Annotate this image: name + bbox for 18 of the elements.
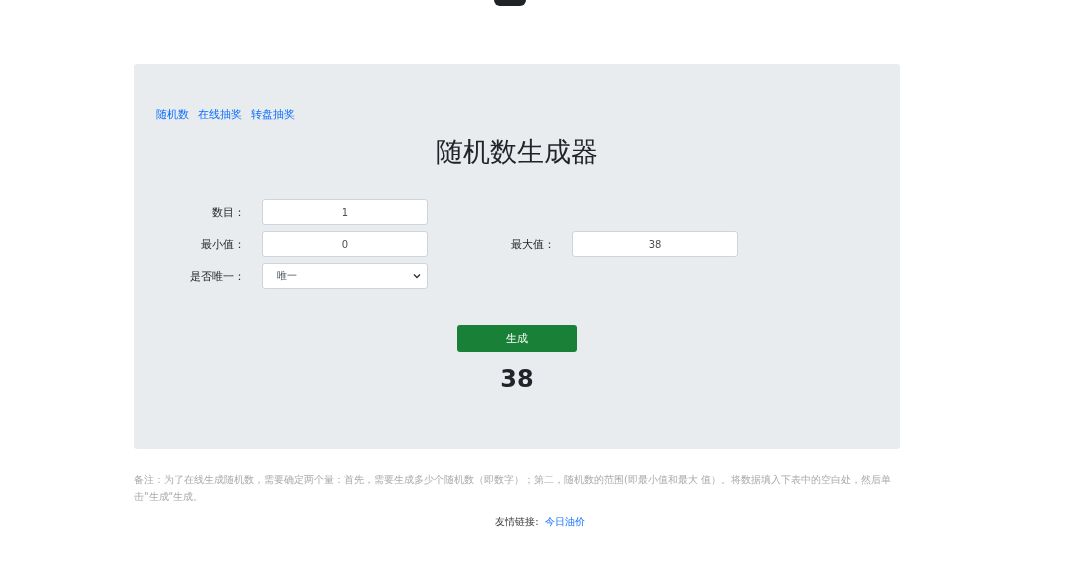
count-field[interactable]: 1	[262, 199, 428, 225]
min-field[interactable]: 0	[262, 231, 428, 257]
logo-icon	[494, 0, 526, 6]
nav-link[interactable]: 随机数	[156, 108, 189, 122]
page-title: 随机数生成器	[435, 135, 599, 169]
chevron-down-icon	[413, 273, 421, 279]
unique-dropdown[interactable]: 唯一	[262, 263, 428, 289]
field-label: 数目：	[211, 204, 246, 220]
result-number: 38	[499, 365, 535, 393]
nav-link[interactable]: 在线抽奖	[198, 108, 242, 122]
footer-link[interactable]: 今日油价	[544, 515, 585, 529]
nav-link[interactable]: 转盘抽奖	[251, 108, 295, 122]
field-label: 最小值：	[200, 236, 246, 252]
max-field[interactable]: 38	[572, 231, 738, 257]
field-label: 是否唯一：	[189, 268, 246, 284]
field-label: 最大值：	[510, 236, 556, 252]
footer-label: 友情链接:	[495, 515, 539, 529]
generate-button[interactable]: 生成	[457, 325, 577, 352]
